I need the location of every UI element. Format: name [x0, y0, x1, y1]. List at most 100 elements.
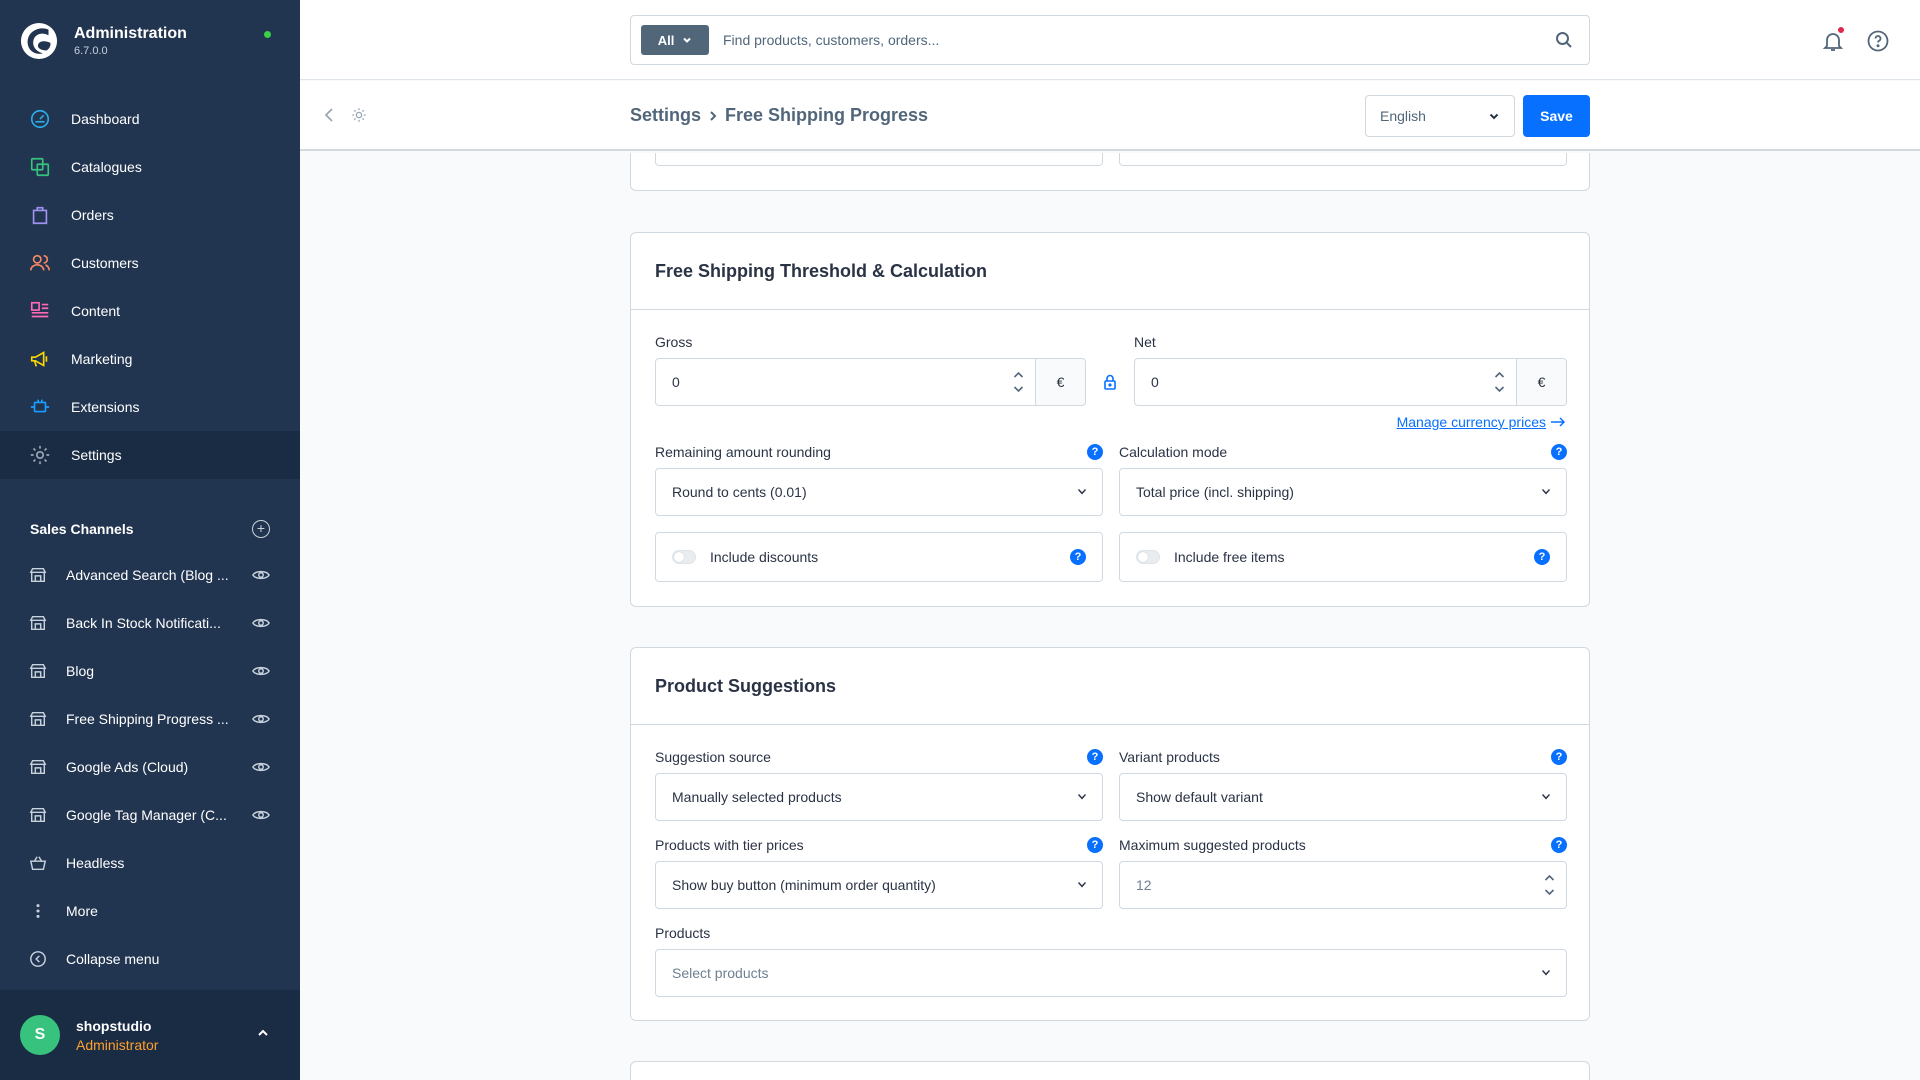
sales-channel-item[interactable]: Headless	[0, 839, 300, 887]
eye-icon[interactable]	[252, 710, 270, 728]
brand-version: 6.7.0.0	[74, 45, 108, 57]
sales-channel-label: Google Tag Manager (C...	[66, 807, 227, 823]
nav-item-marketing[interactable]: Marketing	[0, 335, 300, 383]
nav-item-extensions[interactable]: Extensions	[0, 383, 300, 431]
search-type-dropdown[interactable]: All	[641, 25, 709, 55]
products-select[interactable]: Select products	[655, 949, 1567, 997]
sales-channel-label: Blog	[66, 663, 95, 679]
threshold-card-title: Free Shipping Threshold & Calculation	[631, 233, 1589, 310]
include-discounts-toggle[interactable]	[672, 550, 696, 564]
tier-prices-select[interactable]: Show buy button (minimum order quantity)	[655, 861, 1103, 909]
add-sales-channel-icon[interactable]: +	[252, 520, 270, 538]
language-value: English	[1380, 108, 1426, 124]
sales-channel-item[interactable]: Blog	[0, 647, 300, 695]
tier-prices-help-icon[interactable]: ?	[1087, 837, 1103, 853]
nav-item-customers[interactable]: Customers	[0, 239, 300, 287]
products-label: Products	[655, 925, 711, 941]
sales-channel-label: Advanced Search (Blog ...	[66, 567, 229, 583]
eye-icon[interactable]	[252, 806, 270, 824]
eye-icon[interactable]	[252, 758, 270, 776]
storefront-icon	[29, 759, 47, 775]
include-discounts-help-icon[interactable]: ?	[1070, 549, 1086, 565]
catalogues-icon	[29, 156, 51, 178]
net-stepper[interactable]	[1482, 359, 1516, 405]
more-vertical-icon	[36, 904, 40, 918]
arrow-right-icon	[1551, 417, 1566, 427]
sales-channel-item[interactable]: Advanced Search (Blog ...	[0, 551, 300, 599]
back-arrow-icon[interactable]	[322, 107, 338, 123]
product-suggestions-card: Product Suggestions Suggestion source ? …	[630, 647, 1590, 1021]
eye-icon[interactable]	[252, 662, 270, 680]
rounding-select[interactable]: Round to cents (0.01)	[655, 468, 1103, 516]
nav-item-settings[interactable]: Settings	[0, 431, 300, 479]
nav-item-content[interactable]: Content	[0, 287, 300, 335]
status-online-indicator	[264, 31, 271, 38]
search-type-label: All	[657, 32, 675, 48]
net-currency-suffix: €	[1516, 359, 1566, 405]
eye-icon[interactable]	[252, 566, 270, 584]
sales-channel-item[interactable]: Back In Stock Notificati...	[0, 599, 300, 647]
gross-input[interactable]: 0 €	[655, 358, 1086, 406]
notification-badge	[1837, 26, 1845, 34]
save-button[interactable]: Save	[1523, 95, 1590, 137]
storefront-icon	[29, 615, 47, 631]
max-suggested-stepper[interactable]	[1532, 862, 1566, 908]
dashboard-icon	[29, 108, 51, 130]
include-free-items-toggle[interactable]	[1136, 550, 1160, 564]
lock-icon[interactable]	[1103, 374, 1117, 390]
content-icon	[29, 300, 51, 322]
storefront-icon	[29, 663, 47, 679]
suggestion-source-select[interactable]: Manually selected products	[655, 773, 1103, 821]
chevron-up-icon[interactable]	[256, 1026, 270, 1040]
sales-channel-label: Back In Stock Notificati...	[66, 615, 221, 631]
chevron-up-icon[interactable]	[1013, 371, 1024, 379]
eye-icon[interactable]	[252, 614, 270, 632]
rounding-help-icon[interactable]: ?	[1087, 444, 1103, 460]
manage-currency-prices-link[interactable]: Manage currency prices	[1397, 414, 1566, 430]
sales-channel-item[interactable]: Google Ads (Cloud)	[0, 743, 300, 791]
breadcrumb-root[interactable]: Settings	[630, 105, 701, 126]
variant-products-select[interactable]: Show default variant	[1119, 773, 1567, 821]
brand-title: Administration	[74, 25, 187, 42]
more-item[interactable]: More	[0, 887, 300, 935]
sidebar: Administration 6.7.0.0 Dashboard Catalog…	[0, 0, 300, 1080]
previous-field-right[interactable]	[1119, 153, 1567, 166]
previous-field-left[interactable]	[655, 153, 1103, 166]
variant-products-help-icon[interactable]: ?	[1551, 749, 1567, 765]
main-content: Free Shipping Threshold & Calculation Gr…	[300, 153, 1920, 1080]
search-input[interactable]	[723, 16, 1543, 64]
suggestion-source-value: Manually selected products	[672, 789, 842, 805]
gross-currency-suffix: €	[1035, 359, 1085, 405]
language-switch[interactable]: English	[1365, 95, 1515, 137]
more-label: More	[66, 903, 98, 919]
search-icon[interactable]	[1555, 31, 1573, 49]
calc-mode-label: Calculation mode	[1119, 444, 1228, 460]
chevron-up-icon[interactable]	[1494, 371, 1505, 379]
nav-item-dashboard[interactable]: Dashboard	[0, 95, 300, 143]
nav-item-catalogues[interactable]: Catalogues	[0, 143, 300, 191]
user-menu[interactable]: S shopstudio Administrator	[0, 990, 300, 1080]
calc-mode-help-icon[interactable]: ?	[1551, 444, 1567, 460]
nav-item-orders[interactable]: Orders	[0, 191, 300, 239]
chevron-down-icon[interactable]	[1544, 888, 1555, 896]
gross-stepper[interactable]	[1001, 359, 1035, 405]
include-free-items-help-icon[interactable]: ?	[1534, 549, 1550, 565]
help-icon[interactable]	[1866, 29, 1890, 53]
chevron-up-icon[interactable]	[1544, 874, 1555, 882]
brand[interactable]: Administration 6.7.0.0	[20, 22, 187, 60]
sales-channel-item[interactable]: Free Shipping Progress ...	[0, 695, 300, 743]
calc-mode-select[interactable]: Total price (incl. shipping)	[1119, 468, 1567, 516]
max-suggested-help-icon[interactable]: ?	[1551, 837, 1567, 853]
suggestion-source-help-icon[interactable]: ?	[1087, 749, 1103, 765]
collapse-menu-item[interactable]: Collapse menu	[0, 935, 300, 983]
nav-label: Orders	[71, 207, 114, 223]
settings-gear-icon[interactable]	[350, 106, 368, 124]
chevron-down-icon[interactable]	[1494, 385, 1505, 393]
chevron-down-icon[interactable]	[1013, 385, 1024, 393]
variant-products-label: Variant products	[1119, 749, 1220, 765]
calc-mode-value: Total price (incl. shipping)	[1136, 484, 1294, 500]
net-input[interactable]: 0 €	[1134, 358, 1567, 406]
sales-channel-item[interactable]: Google Tag Manager (C...	[0, 791, 300, 839]
net-label: Net	[1134, 334, 1156, 350]
max-suggested-input[interactable]: 12	[1119, 861, 1567, 909]
